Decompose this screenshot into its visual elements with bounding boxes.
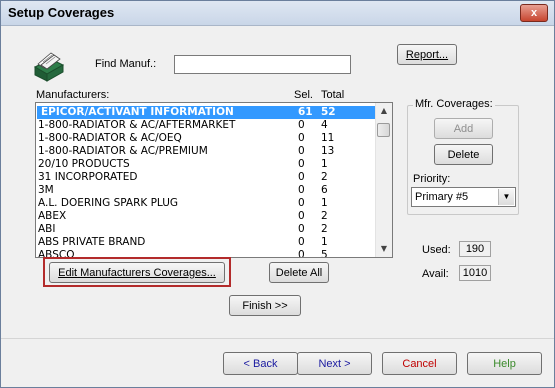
sel-count: 0 [298,119,305,131]
list-item[interactable]: 1-800-RADIATOR & AC/OEQ 0 11 [37,132,376,145]
total-header: Total [321,89,345,101]
priority-select[interactable]: Primary #5 ▼ [411,187,516,207]
list-item[interactable]: ABI 0 2 [37,223,376,236]
total-count: 6 [321,184,328,196]
total-count: 1 [321,236,328,248]
manufacturer-name: ABEX [38,210,67,222]
avail-value: 1010 [459,265,491,281]
next-button[interactable]: Next > [297,352,372,375]
manufacturer-name: 1-800-RADIATOR & AC/AFTERMARKET [38,119,236,131]
title-bar: Setup Coverages x [1,1,554,26]
cancel-button[interactable]: Cancel [382,352,457,375]
help-button[interactable]: Help [467,352,542,375]
total-count: 2 [321,223,328,235]
window-title: Setup Coverages [8,5,115,20]
manufacturers-header: Manufacturers: [36,89,110,101]
sel-count: 0 [298,197,305,209]
list-item[interactable]: 1-800-RADIATOR & AC/PREMIUM 0 13 [37,145,376,158]
delete-all-button[interactable]: Delete All [269,262,329,283]
divider [1,338,554,339]
scroll-down-icon[interactable]: ▼ [376,241,392,257]
sel-count: 0 [298,223,305,235]
scroll-thumb[interactable] [377,123,390,137]
sel-count: 61 [298,106,313,118]
total-count: 5 [321,249,328,258]
find-manuf-input[interactable] [174,55,351,74]
manufacturers-list[interactable]: EPICOR/ACTIVANT INFORMATION 61 52 1-800-… [35,102,393,258]
card-file-icon [31,49,65,83]
list-item[interactable]: 31 INCORPORATED 0 2 [37,171,376,184]
setup-coverages-window: Setup Coverages x Find Manuf.: Report...… [0,0,555,388]
chevron-down-icon[interactable]: ▼ [498,189,514,205]
next-button-label: Next > [318,358,351,370]
sel-count: 0 [298,249,305,258]
manufacturer-name: 31 INCORPORATED [38,171,138,183]
manufacturer-name: A.L. DOERING SPARK PLUG [38,197,179,209]
used-value: 190 [459,241,491,257]
manufacturer-name: 1-800-RADIATOR & AC/PREMIUM [38,145,208,157]
delete-button[interactable]: Delete [434,144,493,165]
used-label: Used: [422,244,451,256]
close-button[interactable]: x [520,4,548,22]
total-count: 13 [321,145,335,157]
sel-count: 0 [298,171,305,183]
avail-label: Avail: [422,268,449,280]
mfr-coverages-title: Mfr. Coverages: [413,98,495,110]
manufacturer-name: EPICOR/ACTIVANT INFORMATION [41,106,234,118]
total-count: 4 [321,119,328,131]
list-item[interactable]: EPICOR/ACTIVANT INFORMATION 61 52 [37,106,376,119]
sel-count: 0 [298,236,305,248]
list-item[interactable]: ABS PRIVATE BRAND 0 1 [37,236,376,249]
sel-count: 0 [298,210,305,222]
sel-count: 0 [298,184,305,196]
total-count: 1 [321,158,328,170]
sel-header: Sel. [294,89,313,101]
back-button[interactable]: < Back [223,352,298,375]
list-item[interactable]: ABEX 0 2 [37,210,376,223]
total-count: 11 [321,132,335,144]
list-item[interactable]: 3M 0 6 [37,184,376,197]
add-button[interactable]: Add [434,118,493,139]
back-button-label: < Back [243,358,278,370]
manufacturer-name: 1-800-RADIATOR & AC/OEQ [38,132,182,144]
manufacturer-name: ABS PRIVATE BRAND [38,236,146,248]
edit-button-label: Edit Manufacturers Coverages... [58,267,216,279]
total-count: 2 [321,210,328,222]
total-count: 52 [321,106,336,118]
list-item[interactable]: A.L. DOERING SPARK PLUG 0 1 [37,197,376,210]
total-count: 2 [321,171,328,183]
priority-value: Primary #5 [415,191,469,203]
manufacturer-name: ABI [38,223,56,235]
scroll-up-icon[interactable]: ▲ [376,103,392,119]
report-button[interactable]: Report... [397,44,457,65]
sel-count: 0 [298,132,305,144]
manufacturer-name: 20/10 PRODUCTS [38,158,130,170]
list-item[interactable]: 1-800-RADIATOR & AC/AFTERMARKET 0 4 [37,119,376,132]
list-scrollbar[interactable]: ▲ ▼ [375,103,392,257]
priority-label: Priority: [413,173,451,185]
find-manuf-label: Find Manuf.: [95,58,157,70]
sel-count: 0 [298,158,305,170]
edit-manufacturers-coverages-button[interactable]: Edit Manufacturers Coverages... [49,262,225,283]
list-item[interactable]: 20/10 PRODUCTS 0 1 [37,158,376,171]
sel-count: 0 [298,145,305,157]
total-count: 1 [321,197,328,209]
manufacturer-name: 3M [38,184,54,196]
finish-button[interactable]: Finish >> [229,295,301,316]
report-button-label: Report... [405,49,449,61]
